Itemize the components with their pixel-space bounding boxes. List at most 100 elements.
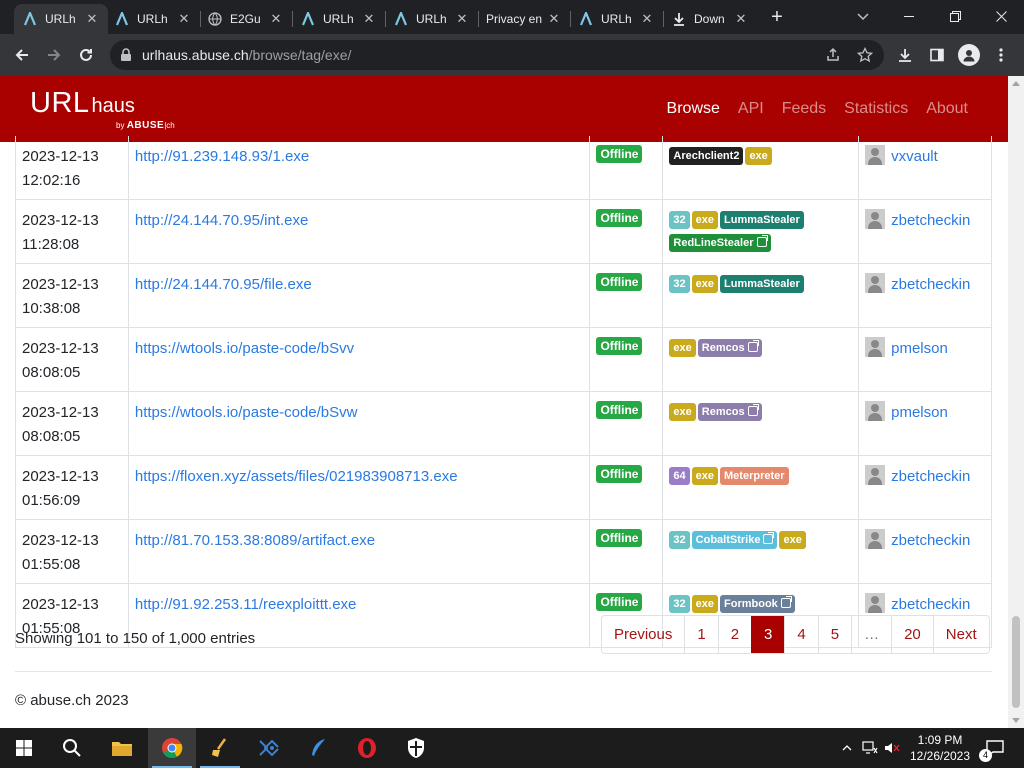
tag-badge[interactable]: Arechclient2 — [669, 147, 744, 165]
browser-tab[interactable]: URLh ✕ — [570, 4, 663, 34]
tag-badge[interactable]: exe — [669, 339, 696, 357]
page-link-4[interactable]: 4 — [784, 616, 817, 653]
browser-tab[interactable]: URLh ✕ — [106, 4, 200, 34]
tag-badge[interactable]: RedLineStealer — [669, 234, 771, 252]
close-tab-icon[interactable]: ✕ — [454, 11, 470, 27]
system-clock[interactable]: 1:09 PM 12/26/2023 — [898, 732, 982, 764]
page-link-previous[interactable]: Previous — [602, 616, 684, 653]
tag-badge[interactable]: Meterpreter — [720, 467, 789, 485]
scroll-up-icon[interactable] — [1012, 81, 1020, 86]
browser-tab[interactable]: Down ✕ — [663, 4, 757, 34]
reload-button[interactable] — [73, 42, 99, 68]
reporter-link[interactable]: vxvault — [891, 148, 938, 165]
reporter-link[interactable]: zbetcheckin — [891, 276, 970, 293]
taskbar-security-app[interactable] — [392, 728, 440, 768]
nav-link-about[interactable]: About — [926, 100, 968, 118]
taskbar-chrome[interactable] — [148, 728, 196, 768]
malware-url-link[interactable]: http://24.144.70.95/file.exe — [135, 276, 312, 293]
tag-badge[interactable]: CobaltStrike — [691, 531, 778, 549]
tag-badge[interactable]: Remcos — [697, 339, 762, 357]
tag-badge[interactable]: 32 — [669, 595, 690, 613]
notification-center-icon[interactable]: 4 — [979, 728, 1010, 768]
start-button[interactable] — [0, 728, 48, 768]
tag-badge[interactable]: LummaStealer — [720, 275, 804, 293]
tag-badge[interactable]: exe — [691, 211, 719, 229]
tag-badge[interactable]: Remcos — [697, 403, 762, 421]
tag-badge[interactable]: exe — [691, 467, 719, 485]
close-tab-icon[interactable]: ✕ — [176, 11, 192, 27]
nav-link-api[interactable]: API — [738, 100, 764, 118]
malware-url-link[interactable]: https://wtools.io/paste-code/bSvw — [135, 404, 358, 421]
search-button[interactable] — [48, 728, 96, 768]
tab-search-chevron-icon[interactable] — [852, 6, 874, 28]
scrollbar-thumb[interactable] — [1012, 616, 1020, 708]
new-tab-button[interactable]: + — [766, 6, 788, 28]
downloads-icon[interactable] — [894, 44, 916, 66]
reporter-link[interactable]: zbetcheckin — [891, 596, 970, 613]
urlhaus-logo[interactable]: URL haus by ABUSE|ch — [30, 87, 175, 131]
tag-badge[interactable]: 32 — [669, 275, 690, 293]
reporter-link[interactable]: zbetcheckin — [891, 468, 970, 485]
close-tab-icon[interactable]: ✕ — [639, 11, 655, 27]
close-tab-icon[interactable]: ✕ — [546, 11, 562, 27]
reporter-link[interactable]: zbetcheckin — [891, 212, 970, 229]
nav-link-browse[interactable]: Browse — [667, 100, 720, 118]
browser-tab[interactable]: URLh ✕ — [14, 4, 108, 34]
network-status-icon[interactable] — [860, 728, 880, 768]
close-tab-icon[interactable]: ✕ — [733, 11, 749, 27]
malware-url-link[interactable]: http://81.70.153.38:8089/artifact.exe — [135, 532, 375, 549]
malware-url-link[interactable]: https://wtools.io/paste-code/bSvv — [135, 340, 354, 357]
tag-badge[interactable]: 64 — [669, 467, 690, 485]
nav-link-statistics[interactable]: Statistics — [844, 100, 908, 118]
share-icon[interactable] — [824, 46, 842, 64]
tag-badge[interactable]: LummaStealer — [720, 211, 804, 229]
tag-badge[interactable]: exe — [779, 531, 806, 549]
malware-url-link[interactable]: https://floxen.xyz/assets/files/02198390… — [135, 468, 458, 485]
bookmark-star-icon[interactable] — [856, 46, 874, 64]
tag-badge[interactable]: Formbook — [720, 595, 795, 613]
malware-url-link[interactable]: http://91.239.148.93/1.exe — [135, 148, 309, 165]
browser-menu-icon[interactable] — [990, 44, 1012, 66]
tag-badge[interactable]: exe — [691, 275, 719, 293]
close-tab-icon[interactable]: ✕ — [361, 11, 377, 27]
browser-tab[interactable]: Privacy en ✕ — [478, 4, 570, 34]
reporter-link[interactable]: pmelson — [891, 404, 948, 421]
malware-url-link[interactable]: http://91.92.253.11/reexploittt.exe — [135, 596, 357, 613]
forward-button[interactable] — [41, 42, 67, 68]
minimize-window-button[interactable] — [886, 0, 932, 32]
close-tab-icon[interactable]: ✕ — [268, 11, 284, 27]
browser-tab[interactable]: E2Gu ✕ — [199, 4, 292, 34]
taskbar-network-app[interactable] — [245, 728, 293, 768]
show-hidden-icons-chevron-icon[interactable] — [838, 728, 856, 768]
nav-link-feeds[interactable]: Feeds — [782, 100, 826, 118]
taskbar-cleaner-app[interactable] — [196, 728, 244, 768]
page-link-5[interactable]: 5 — [817, 616, 851, 653]
reporter-link[interactable]: pmelson — [891, 340, 948, 357]
profile-avatar-icon[interactable] — [958, 44, 980, 66]
page-scrollbar[interactable] — [1008, 76, 1024, 728]
tag-badge[interactable]: exe — [691, 595, 719, 613]
close-tab-icon[interactable]: ✕ — [84, 11, 100, 27]
close-window-button[interactable] — [978, 0, 1024, 32]
tag-badge[interactable]: exe — [745, 147, 772, 165]
browser-tab[interactable]: URLh ✕ — [292, 4, 385, 34]
reporter-link[interactable]: zbetcheckin — [891, 532, 970, 549]
side-panel-icon[interactable] — [926, 44, 948, 66]
taskbar-file-explorer[interactable] — [98, 728, 146, 768]
address-bar[interactable]: urlhaus.abuse.ch/browse/tag/exe/ — [110, 40, 884, 70]
taskbar-opera[interactable] — [343, 728, 391, 768]
page-link-20[interactable]: 20 — [891, 616, 933, 653]
scroll-down-icon[interactable] — [1012, 718, 1020, 723]
tag-badge[interactable]: 32 — [669, 211, 690, 229]
malware-url-link[interactable]: http://24.144.70.95/int.exe — [135, 212, 308, 229]
page-link-3[interactable]: 3 — [751, 616, 785, 653]
taskbar-editor-app[interactable] — [294, 728, 342, 768]
tag-badge[interactable]: exe — [669, 403, 696, 421]
restore-window-button[interactable] — [932, 0, 978, 32]
page-link-2[interactable]: 2 — [717, 616, 751, 653]
page-link-next[interactable]: Next — [932, 616, 989, 653]
tag-badge[interactable]: 32 — [669, 531, 690, 549]
back-button[interactable] — [9, 42, 35, 68]
page-link-1[interactable]: 1 — [684, 616, 717, 653]
browser-tab[interactable]: URLh ✕ — [385, 4, 478, 34]
